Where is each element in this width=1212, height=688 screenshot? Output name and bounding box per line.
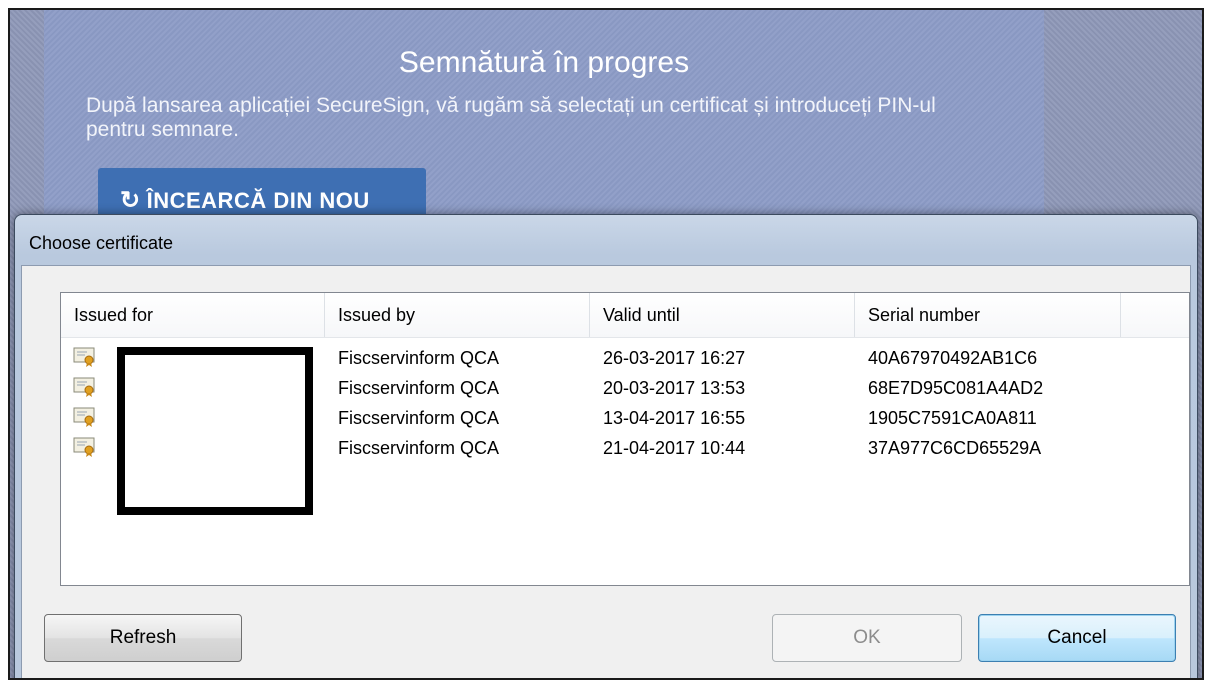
valid-until-cell: 13-04-2017 16:55 [603, 408, 746, 428]
cancel-button[interactable]: Cancel [978, 614, 1176, 662]
screenshot-frame: Semnătură în progres După lansarea aplic… [8, 8, 1204, 680]
redaction-box [117, 347, 313, 515]
dialog-title: Choose certificate [29, 233, 174, 253]
serial-number-cell: 37A977C6CD65529A [868, 438, 1042, 458]
list-header: Issued for Issued by Valid until Serial … [61, 293, 1189, 338]
signing-instructions: După lansarea aplicației SecureSign, vă … [86, 94, 936, 141]
column-header-issued-by[interactable]: Issued by [325, 293, 590, 337]
column-header-issued-for[interactable]: Issued for [61, 293, 325, 337]
valid-until-cell: 21-04-2017 10:44 [603, 438, 746, 458]
issued-by-cell: Fiscservinform QCA [338, 378, 500, 398]
valid-until-cell: 20-03-2017 13:53 [603, 378, 746, 398]
certificate-list[interactable]: Issued for Issued by Valid until Serial … [60, 292, 1190, 586]
serial-number-cell: 68E7D95C081A4AD2 [868, 378, 1044, 398]
column-header-valid-until[interactable]: Valid until [590, 293, 855, 337]
serial-number-cell: 40A67970492AB1C6 [868, 348, 1038, 368]
choose-certificate-dialog: Choose certificate Issued for Issued by … [14, 214, 1198, 678]
ok-button[interactable]: OK [772, 614, 962, 662]
issued-by-cell: Fiscservinform QCA [338, 438, 500, 458]
dialog-client-area: Issued for Issued by Valid until Serial … [21, 265, 1191, 678]
refresh-icon: ↻ [120, 187, 141, 214]
serial-number-cell: 1905C7591CA0A811 [868, 408, 1037, 428]
issued-by-cell: Fiscservinform QCA [338, 408, 500, 428]
refresh-button[interactable]: Refresh [44, 614, 242, 662]
signing-title: Semnătură în progres [398, 46, 690, 79]
retry-label: ÎNCEARCĂ DIN NOU [146, 188, 370, 213]
valid-until-cell: 26-03-2017 16:27 [603, 348, 746, 368]
column-header-serial-number[interactable]: Serial number [855, 293, 1121, 337]
issued-by-cell: Fiscservinform QCA [338, 348, 500, 368]
